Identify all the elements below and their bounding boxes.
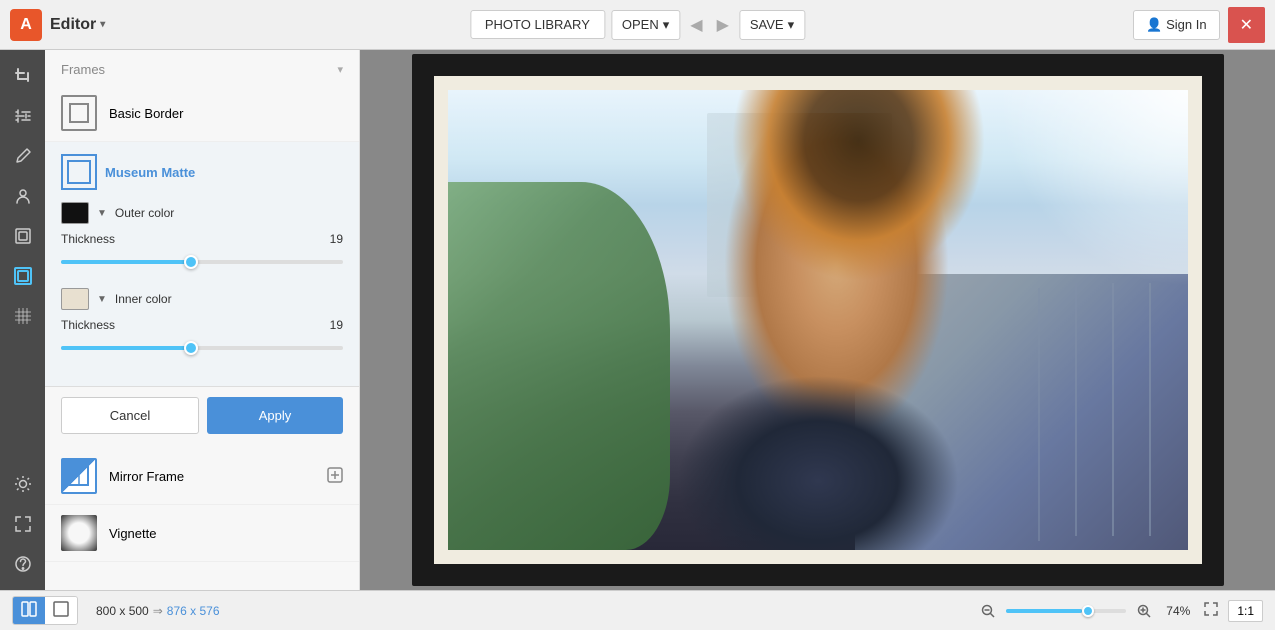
inner-color-dropdown-icon[interactable]: ▼ (97, 294, 107, 305)
photo-image[interactable] (448, 90, 1188, 550)
zoom-percent-label: 74% (1162, 604, 1194, 618)
inner-slider-track (61, 336, 343, 360)
vignette-item[interactable]: Vignette (45, 505, 359, 562)
sidebar-item-layers[interactable] (5, 218, 41, 254)
sidebar-item-adjust[interactable] (5, 98, 41, 134)
canvas-area (360, 50, 1275, 590)
museum-matte-section: Museum Matte ▼ Outer color Thickness 19 (45, 142, 359, 387)
frames-header: Frames ▾ (45, 50, 359, 85)
basic-border-icon (61, 95, 97, 131)
vignette-icon (61, 515, 97, 551)
sidebar-item-expand[interactable] (5, 506, 41, 542)
basic-border-label: Basic Border (109, 106, 183, 121)
museum-matte-header[interactable]: Museum Matte (61, 154, 343, 190)
frames-label: Frames (61, 62, 105, 77)
app-logo[interactable]: A (10, 9, 42, 41)
sidebar-item-crop[interactable] (5, 58, 41, 94)
fullscreen-button[interactable] (1200, 600, 1222, 621)
bottom-bar: 800 x 500 ⇒ 876 x 576 74% (0, 590, 1275, 630)
outer-slider-track (61, 250, 343, 274)
original-dimensions: 800 x 500 (96, 604, 149, 618)
editor-title-button[interactable]: Editor ▾ (50, 16, 105, 34)
outer-thickness-value: 19 (330, 232, 343, 246)
dimensions-display: 800 x 500 ⇒ 876 x 576 (96, 604, 220, 618)
inner-thickness-container: Thickness 19 (61, 318, 343, 360)
zoom-in-button[interactable] (1132, 599, 1156, 623)
action-buttons-row: Cancel Apply (45, 387, 359, 448)
close-button[interactable]: ✕ (1228, 7, 1265, 43)
main-area: Frames ▾ Basic Border Museum Matte (0, 50, 1275, 590)
frames-chevron-icon: ▾ (337, 63, 343, 76)
inner-slider-thumb[interactable] (184, 341, 198, 355)
redo-button[interactable]: ▶ (713, 11, 733, 39)
mirror-frame-icon (61, 458, 97, 494)
outer-slider-thumb[interactable] (184, 255, 198, 269)
sidebar-item-help[interactable] (5, 546, 41, 582)
photo-frame-outer (412, 54, 1224, 586)
museum-matte-icon (61, 154, 97, 190)
zoom-slider-track (1006, 609, 1126, 613)
photo-frame-inner (434, 76, 1202, 564)
museum-matte-label-text: Museum Matte (105, 165, 195, 180)
editor-chevron-icon: ▾ (100, 19, 105, 30)
zoom-out-button[interactable] (976, 599, 1000, 623)
panel-sidebar: Frames ▾ Basic Border Museum Matte (45, 50, 360, 590)
view-toggle (12, 596, 78, 625)
cancel-button[interactable]: Cancel (61, 397, 199, 434)
mirror-frame-add-icon[interactable] (327, 467, 343, 486)
new-dimensions: 876 x 576 (167, 604, 220, 618)
topbar-center-controls: PHOTO LIBRARY OPEN ▾ ◀ ▶ SAVE ▾ (470, 10, 805, 40)
dimensions-arrow-icon: ⇒ (153, 604, 163, 618)
sidebar-item-texture[interactable] (5, 298, 41, 334)
apply-button[interactable]: Apply (207, 397, 343, 434)
mirror-frame-item[interactable]: Mirror Frame (45, 448, 359, 505)
inner-slider-fill (61, 346, 191, 350)
outer-thickness-container: Thickness 19 (61, 232, 343, 274)
top-bar: A Editor ▾ PHOTO LIBRARY OPEN ▾ ◀ ▶ SAVE… (0, 0, 1275, 50)
inner-thickness-value: 19 (330, 318, 343, 332)
outer-slider-fill (61, 260, 191, 264)
sign-in-label: Sign In (1166, 17, 1206, 32)
outer-thickness-row: Thickness 19 (61, 232, 343, 246)
sign-in-button[interactable]: 👤 Sign In (1133, 10, 1220, 40)
inner-thickness-row: Thickness 19 (61, 318, 343, 332)
user-icon: 👤 (1146, 17, 1162, 33)
basic-border-item[interactable]: Basic Border (45, 85, 359, 142)
vignette-label: Vignette (109, 526, 156, 541)
photo-library-button[interactable]: PHOTO LIBRARY (470, 10, 605, 39)
inner-color-label: Inner color (115, 292, 172, 306)
outer-thickness-label: Thickness (61, 232, 115, 246)
editor-label: Editor (50, 16, 96, 34)
inner-color-swatch[interactable] (61, 288, 89, 310)
zoom-slider-thumb[interactable] (1082, 605, 1094, 617)
sidebar-item-frames[interactable] (5, 258, 41, 294)
open-chevron-icon: ▾ (663, 17, 670, 33)
sidebar-item-light[interactable] (5, 466, 41, 502)
zoom-slider-fill (1006, 609, 1082, 613)
sidebar-item-portrait[interactable] (5, 178, 41, 214)
photo-container (412, 54, 1224, 586)
icon-sidebar (0, 50, 45, 590)
save-label: SAVE (750, 17, 784, 32)
view-single-button[interactable] (45, 597, 77, 624)
view-split-button[interactable] (13, 597, 45, 624)
save-chevron-icon: ▾ (788, 17, 795, 33)
open-button[interactable]: OPEN ▾ (611, 10, 680, 40)
undo-button[interactable]: ◀ (686, 11, 706, 39)
sidebar-item-retouch[interactable] (5, 138, 41, 174)
outer-color-dropdown-icon[interactable]: ▼ (97, 208, 107, 219)
mirror-frame-label: Mirror Frame (109, 469, 184, 484)
inner-color-row: ▼ Inner color (61, 288, 343, 310)
zoom-ratio-button[interactable]: 1:1 (1228, 600, 1263, 622)
open-label: OPEN (622, 17, 659, 32)
zoom-control: 74% 1:1 (976, 599, 1263, 623)
inner-thickness-label: Thickness (61, 318, 115, 332)
outer-color-swatch[interactable] (61, 202, 89, 224)
outer-color-label: Outer color (115, 206, 174, 220)
outer-color-row: ▼ Outer color (61, 202, 343, 224)
save-button[interactable]: SAVE ▾ (739, 10, 805, 40)
